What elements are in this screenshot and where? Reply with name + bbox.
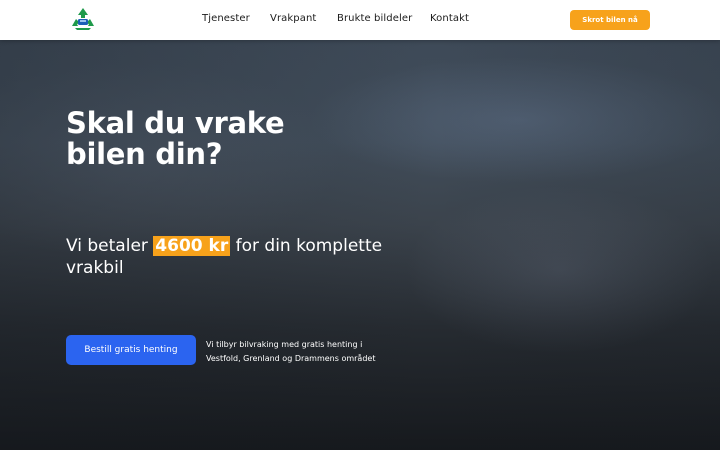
price-highlight: 4600 kr (153, 236, 231, 256)
hero-title: Skal du vrake bilen din? (66, 106, 285, 171)
hero-service-note: Vi tilbyr bilvraking med gratis henting … (206, 340, 376, 363)
top-navbar: Tjenester Vrakpant Brukte bildeler Konta… (0, 0, 720, 40)
hero-subtitle: Vi betaler 4600 kr for din komplette vra… (66, 235, 386, 279)
hero-subtitle-prefix: Vi betaler (66, 236, 154, 256)
order-free-pickup-button[interactable]: Bestill gratis henting (66, 335, 196, 365)
nav-link-vrakpant[interactable]: Vrakpant (270, 13, 316, 24)
nav-link-tjenester[interactable]: Tjenester (202, 13, 250, 24)
nav-link-brukte-bildeler[interactable]: Brukte bildeler (337, 13, 412, 24)
scrap-car-now-button[interactable]: Skrot bilen nå (570, 10, 650, 30)
nav-link-kontakt[interactable]: Kontakt (430, 13, 469, 24)
